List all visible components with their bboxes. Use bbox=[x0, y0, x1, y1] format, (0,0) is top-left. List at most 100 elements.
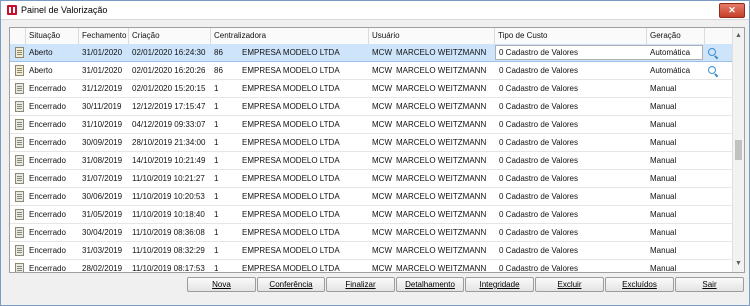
criacao-cell: 11/10/2019 10:18:40 bbox=[132, 210, 205, 219]
tipo-custo-cell: 0 Cadastro de Valores bbox=[499, 156, 579, 165]
grid-header: Situação Fechamento Criação Centralizado… bbox=[10, 28, 732, 45]
usuario-name-cell: MARCELO WEITZMANN bbox=[396, 246, 487, 255]
centralizadora-name-cell: EMPRESA MODELO LTDA bbox=[242, 156, 340, 165]
centralizadora-code-cell: 1 bbox=[214, 264, 219, 273]
document-closed-icon bbox=[15, 83, 24, 94]
column-header-geracao[interactable]: Geração bbox=[647, 28, 705, 44]
column-header-usuario[interactable]: Usuário bbox=[369, 28, 495, 44]
criacao-cell: 11/10/2019 08:32:29 bbox=[132, 246, 205, 255]
main-window: Painel de Valorização ✕ Situação Fechame… bbox=[0, 0, 750, 306]
document-closed-icon bbox=[15, 209, 24, 220]
column-header-centralizadora[interactable]: Centralizadora bbox=[211, 28, 369, 44]
tipo-custo-cell: 0 Cadastro de Valores bbox=[499, 48, 579, 57]
geracao-cell: Manual bbox=[650, 84, 677, 93]
valuation-grid: Situação Fechamento Criação Centralizado… bbox=[9, 27, 745, 273]
centralizadora-code-cell: 1 bbox=[214, 138, 219, 147]
fechamento-cell: 30/06/2019 bbox=[82, 192, 123, 201]
situacao-cell: Encerrado bbox=[29, 246, 66, 255]
criacao-cell: 04/12/2019 09:33:07 bbox=[132, 120, 206, 129]
criacao-cell: 14/10/2019 10:21:49 bbox=[132, 156, 206, 165]
table-row[interactable]: Encerrado 30/09/2019 28/10/2019 21:34:00 1 E… bbox=[10, 134, 732, 152]
table-row[interactable]: Encerrado 31/10/2019 04/12/2019 09:33:07 1 E… bbox=[10, 116, 732, 134]
usuario-name-cell: MARCELO WEITZMANN bbox=[396, 102, 487, 111]
table-row[interactable]: Encerrado 30/06/2019 11/10/2019 10:20:53 1 E… bbox=[10, 188, 732, 206]
detalhamento-button[interactable]: Detalhamento bbox=[396, 277, 464, 292]
conferencia-button[interactable]: Conferência bbox=[257, 277, 325, 292]
centralizadora-code-cell: 1 bbox=[214, 156, 219, 165]
column-header-criacao[interactable]: Criação bbox=[129, 28, 211, 44]
table-row[interactable]: Encerrado 31/08/2019 14/10/2019 10:21:49 1 E… bbox=[10, 152, 732, 170]
excluidos-button[interactable]: Excluídos bbox=[605, 277, 674, 292]
criacao-cell: 02/01/2020 16:20:26 bbox=[132, 66, 206, 75]
situacao-cell: Encerrado bbox=[29, 156, 66, 165]
table-row[interactable]: Encerrado 30/11/2019 12/12/2019 17:15:47 1 E… bbox=[10, 98, 732, 116]
table-row[interactable]: Aberto 31/01/2020 02/01/2020 16:20:26 86 EMP… bbox=[10, 62, 732, 80]
excluir-button[interactable]: Excluir bbox=[535, 277, 604, 292]
title-bar[interactable]: Painel de Valorização ✕ bbox=[1, 1, 749, 20]
tipo-custo-cell: 0 Cadastro de Valores bbox=[499, 84, 579, 93]
column-header-tipo-de-custo[interactable]: Tipo de Custo bbox=[495, 28, 647, 44]
table-row[interactable]: Encerrado 28/02/2019 11/10/2019 08:17:53 1 E… bbox=[10, 260, 732, 273]
centralizadora-name-cell: EMPRESA MODELO LTDA bbox=[242, 120, 340, 129]
centralizadora-name-cell: EMPRESA MODELO LTDA bbox=[242, 84, 340, 93]
geracao-cell: Manual bbox=[650, 210, 677, 219]
geracao-cell: Manual bbox=[650, 102, 677, 111]
scroll-thumb[interactable] bbox=[735, 140, 742, 160]
table-row[interactable]: Encerrado 31/05/2019 11/10/2019 10:18:40 1 E… bbox=[10, 206, 732, 224]
table-row[interactable]: Encerrado 31/07/2019 11/10/2019 10:21:27 1 E… bbox=[10, 170, 732, 188]
document-open-icon bbox=[15, 65, 24, 76]
fechamento-cell: 30/11/2019 bbox=[82, 102, 122, 111]
document-closed-icon bbox=[15, 155, 24, 166]
centralizadora-name-cell: EMPRESA MODELO LTDA bbox=[242, 246, 340, 255]
finalizar-button[interactable]: Finalizar bbox=[326, 277, 395, 292]
table-row[interactable]: Encerrado 30/04/2019 11/10/2019 08:36:08 1 E… bbox=[10, 224, 732, 242]
usuario-name-cell: MARCELO WEITZMANN bbox=[396, 156, 487, 165]
geracao-cell: Automática bbox=[650, 66, 691, 75]
fechamento-cell: 30/09/2019 bbox=[82, 138, 123, 147]
column-header-situacao[interactable]: Situação bbox=[26, 28, 79, 44]
centralizadora-name-cell: EMPRESA MODELO LTDA bbox=[242, 174, 340, 183]
search-icon[interactable] bbox=[708, 66, 718, 76]
fechamento-cell: 31/08/2019 bbox=[82, 156, 123, 165]
app-logo-icon bbox=[7, 5, 17, 15]
geracao-cell: Manual bbox=[650, 228, 677, 237]
centralizadora-name-cell: EMPRESA MODELO LTDA bbox=[242, 66, 340, 75]
column-header-fechamento[interactable]: Fechamento bbox=[79, 28, 129, 44]
criacao-cell: 12/12/2019 17:15:47 bbox=[132, 102, 206, 111]
criacao-cell: 11/10/2019 10:21:27 bbox=[132, 174, 205, 183]
geracao-cell: Manual bbox=[650, 174, 677, 183]
situacao-cell: Encerrado bbox=[29, 120, 66, 129]
tipo-custo-cell: 0 Cadastro de Valores bbox=[499, 228, 579, 237]
tipo-custo-cell: 0 Cadastro de Valores bbox=[499, 264, 579, 273]
scroll-down-icon[interactable]: ▼ bbox=[733, 258, 744, 270]
document-closed-icon bbox=[15, 119, 24, 130]
usuario-name-cell: MARCELO WEITZMANN bbox=[396, 192, 487, 201]
nova-button[interactable]: Nova bbox=[187, 277, 256, 292]
situacao-cell: Encerrado bbox=[29, 192, 66, 201]
search-icon[interactable] bbox=[708, 48, 718, 58]
centralizadora-name-cell: EMPRESA MODELO LTDA bbox=[242, 138, 340, 147]
scroll-up-icon[interactable]: ▲ bbox=[733, 30, 744, 42]
fechamento-cell: 31/05/2019 bbox=[82, 210, 123, 219]
fechamento-cell: 31/01/2020 bbox=[82, 66, 123, 75]
usuario-name-cell: MARCELO WEITZMANN bbox=[396, 228, 487, 237]
close-button[interactable]: ✕ bbox=[719, 3, 745, 18]
integridade-button[interactable]: Integridade bbox=[465, 277, 534, 292]
table-row[interactable]: Encerrado 31/12/2019 02/01/2020 15:20:15 1 E… bbox=[10, 80, 732, 98]
usuario-name-cell: MARCELO WEITZMANN bbox=[396, 48, 487, 57]
usuario-name-cell: MARCELO WEITZMANN bbox=[396, 174, 487, 183]
table-row[interactable]: Encerrado 31/03/2019 11/10/2019 08:32:29 1 E… bbox=[10, 242, 732, 260]
centralizadora-code-cell: 1 bbox=[214, 120, 219, 129]
usuario-name-cell: MARCELO WEITZMANN bbox=[396, 120, 487, 129]
geracao-cell: Manual bbox=[650, 246, 677, 255]
tipo-custo-cell: 0 Cadastro de Valores bbox=[499, 210, 579, 219]
centralizadora-name-cell: EMPRESA MODELO LTDA bbox=[242, 102, 340, 111]
criacao-cell: 11/10/2019 10:20:53 bbox=[132, 192, 205, 201]
sair-button[interactable]: Sair bbox=[675, 277, 744, 292]
table-row[interactable]: Aberto 31/01/2020 02/01/2020 16:24:30 86 EMP… bbox=[10, 44, 732, 62]
vertical-scrollbar[interactable]: ▲ ▼ bbox=[732, 28, 744, 272]
document-closed-icon bbox=[15, 191, 24, 202]
window-title: Painel de Valorização bbox=[21, 5, 108, 15]
header-action-column bbox=[705, 28, 732, 44]
fechamento-cell: 31/12/2019 bbox=[82, 84, 123, 93]
